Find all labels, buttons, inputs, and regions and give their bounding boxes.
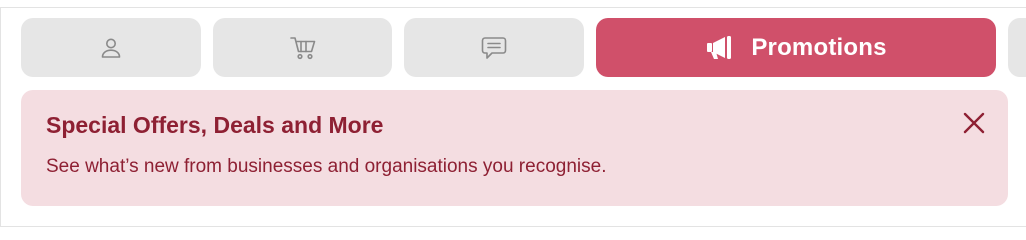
- tab-promotions-label: Promotions: [751, 33, 887, 61]
- chat-bubble-icon: [480, 35, 508, 61]
- close-banner-button[interactable]: [961, 112, 987, 138]
- tab-chat[interactable]: [404, 18, 584, 77]
- tab-people[interactable]: [21, 18, 201, 77]
- banner-description: See what’s new from businesses and organ…: [46, 156, 607, 177]
- tab-cart[interactable]: [213, 18, 392, 77]
- close-icon: [962, 111, 986, 140]
- cart-icon: [289, 35, 317, 61]
- promotions-banner: Special Offers, Deals and More See what’…: [21, 90, 1008, 206]
- megaphone-icon: [705, 35, 735, 61]
- banner-title: Special Offers, Deals and More: [46, 112, 384, 138]
- tab-promotions[interactable]: Promotions: [596, 18, 996, 77]
- person-icon: [99, 36, 123, 60]
- tab-next-partial[interactable]: [1008, 18, 1026, 77]
